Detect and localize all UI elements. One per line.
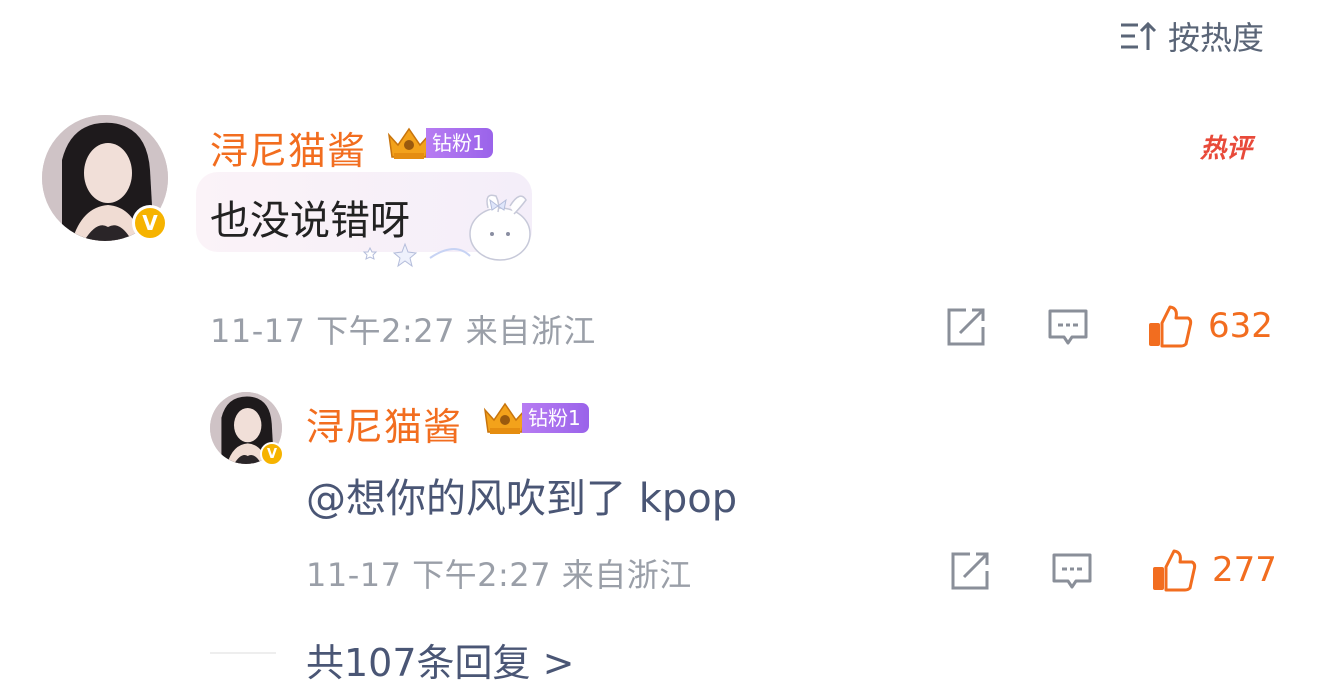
reply-location: 来自浙江 xyxy=(561,556,692,594)
like-button[interactable]: 632 xyxy=(1146,302,1273,350)
reply-username[interactable]: 浔尼猫酱 xyxy=(306,396,462,451)
share-button[interactable] xyxy=(944,305,988,349)
comment-username[interactable]: 浔尼猫酱 xyxy=(210,120,366,175)
reply-meta: 11-17 下午2:27 来自浙江 xyxy=(306,550,692,596)
share-icon xyxy=(947,308,985,346)
reply-like-count: 277 xyxy=(1212,550,1277,590)
reply-date: 11-17 xyxy=(306,556,402,594)
fan-badge-label: 钻粉1 xyxy=(426,128,493,158)
reply-text[interactable]: @想你的风吹到了 kpop xyxy=(306,466,737,524)
comment-icon xyxy=(1048,309,1088,345)
comment-meta: 11-17 下午2:27 来自浙江 xyxy=(210,306,596,352)
more-replies-link[interactable]: 共107条回复 > xyxy=(306,632,574,687)
comment-date: 11-17 xyxy=(210,312,306,350)
sort-desc-icon xyxy=(1121,21,1157,50)
sort-label: 按热度 xyxy=(1168,19,1265,57)
reply-thumbs-up-icon xyxy=(1153,549,1197,592)
reply-verified-icon: V xyxy=(260,442,284,466)
reply-time: 下午2:27 xyxy=(412,556,552,594)
like-count: 632 xyxy=(1208,306,1273,346)
reply-comment-icon xyxy=(1052,553,1092,589)
sort-by-hot-button[interactable]: 按热度 xyxy=(1118,14,1264,58)
comment-text: 也没说错呀 xyxy=(210,198,410,244)
reply-share-button[interactable] xyxy=(948,549,992,593)
reply-fan-badge-label: 钻粉1 xyxy=(522,403,589,433)
divider xyxy=(210,652,276,654)
reply-button[interactable] xyxy=(1046,305,1090,349)
fan-badge[interactable]: 钻粉1 xyxy=(386,126,493,160)
hot-comment-tag: 热评 xyxy=(1200,134,1253,164)
reply-like-button[interactable]: 277 xyxy=(1150,546,1277,594)
verified-icon: V xyxy=(132,205,168,241)
reply-share-icon xyxy=(951,552,989,590)
thumbs-up-icon xyxy=(1149,305,1193,348)
reply-fan-badge[interactable]: 钻粉1 xyxy=(482,401,589,435)
reply-comment-button[interactable] xyxy=(1050,549,1094,593)
comment-location: 来自浙江 xyxy=(465,312,596,350)
comment-time: 下午2:27 xyxy=(316,312,456,350)
